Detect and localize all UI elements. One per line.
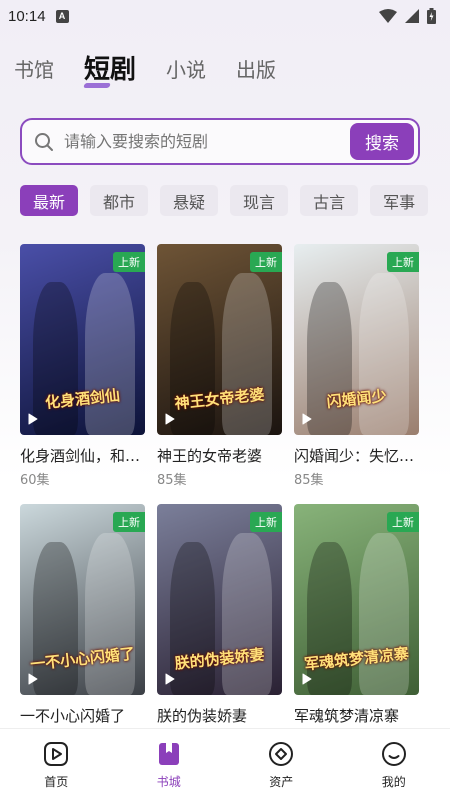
tab-publishing[interactable]: 出版	[236, 56, 276, 84]
new-badge: 上新	[113, 512, 145, 532]
nav-label: 资产	[269, 775, 294, 789]
smile-icon	[381, 742, 406, 766]
tab-bookstore[interactable]: 书馆	[14, 56, 54, 84]
search-box: 搜索	[20, 118, 420, 165]
diamond-circle-icon	[269, 742, 294, 766]
drama-card[interactable]: 化身酒剑仙 上新 化身酒剑仙，和校花一起拯救世界 60集	[20, 244, 145, 490]
drama-title: 一不小心闪婚了	[20, 707, 126, 725]
drama-cover[interactable]: 闪婚闻少 上新	[294, 244, 419, 435]
bookmark-icon	[158, 743, 179, 765]
drama-cover[interactable]: 军魂筑梦清凉寨 上新	[294, 504, 419, 695]
drama-card[interactable]: 军魂筑梦清凉寨 上新 军魂筑梦清凉寨	[294, 504, 419, 750]
new-badge: 上新	[113, 252, 145, 272]
drama-cover[interactable]: 一不小心闪婚了 上新	[20, 504, 145, 695]
category-chips: 最新 都市 悬疑 现言 古言 军事	[20, 185, 450, 216]
signal-icon	[405, 9, 419, 23]
chip-modern-romance[interactable]: 现言	[230, 185, 289, 216]
drama-card[interactable]: 神王女帝老婆 上新 神王的女帝老婆 85集	[157, 244, 282, 490]
episode-count: 85集	[294, 473, 324, 488]
chip-urban[interactable]: 都市	[90, 185, 149, 216]
search-input[interactable]	[64, 120, 350, 163]
tab-short-drama[interactable]: 短剧	[84, 56, 136, 84]
nav-label: 书城	[156, 775, 181, 789]
episode-count: 60集	[20, 473, 50, 488]
new-badge: 上新	[250, 252, 282, 272]
chip-suspense[interactable]: 悬疑	[160, 185, 219, 216]
drama-title: 军魂筑梦清凉寨	[294, 707, 400, 725]
nav-assets[interactable]: 资产	[225, 729, 338, 800]
play-icon	[302, 673, 312, 685]
drama-cover[interactable]: 化身酒剑仙 上新	[20, 244, 145, 435]
drama-grid: 化身酒剑仙 上新 化身酒剑仙，和校花一起拯救世界 60集 神王女帝老婆 上新 神…	[20, 244, 450, 750]
status-bar: 10:14 A	[0, 0, 450, 32]
play-icon	[302, 413, 312, 425]
search-icon	[35, 132, 53, 151]
status-time: 10:14	[8, 7, 46, 25]
chip-ancient-romance[interactable]: 古言	[300, 185, 359, 216]
drama-card[interactable]: 朕的伪装娇妻 上新 朕的伪装娇妻	[157, 504, 282, 750]
notification-icon: A	[55, 9, 69, 23]
nav-bookstore[interactable]: 书城	[113, 729, 226, 800]
play-square-icon	[44, 742, 69, 766]
nav-label: 首页	[44, 775, 69, 789]
drama-cover[interactable]: 神王女帝老婆 上新	[157, 244, 282, 435]
new-badge: 上新	[250, 512, 282, 532]
play-icon	[165, 673, 175, 685]
battery-icon	[427, 8, 436, 24]
chip-latest[interactable]: 最新	[20, 185, 79, 216]
tab-novel[interactable]: 小说	[166, 56, 206, 84]
search-button[interactable]: 搜索	[350, 123, 414, 160]
drama-cover[interactable]: 朕的伪装娇妻 上新	[157, 504, 282, 695]
episode-count: 85集	[157, 473, 187, 488]
drama-title: 朕的伪装娇妻	[157, 707, 248, 725]
top-tabs: 书馆 短剧 小说 出版	[14, 44, 306, 84]
wifi-icon	[379, 9, 397, 23]
drama-title: 化身酒剑仙，和校花一起拯救世界	[20, 447, 145, 465]
bottom-nav: 首页 书城 资产 我的	[0, 728, 450, 800]
chip-military[interactable]: 军事	[370, 185, 429, 216]
nav-me[interactable]: 我的	[338, 729, 450, 800]
nav-home[interactable]: 首页	[0, 729, 113, 800]
play-icon	[28, 413, 38, 425]
new-badge: 上新	[387, 252, 419, 272]
drama-card[interactable]: 一不小心闪婚了 上新 一不小心闪婚了	[20, 504, 145, 750]
drama-title: 闪婚闻少：失忆娇妻藏马甲	[294, 447, 419, 465]
play-icon	[28, 673, 38, 685]
nav-label: 我的	[381, 775, 406, 789]
play-icon	[165, 413, 175, 425]
drama-title: 神王的女帝老婆	[157, 447, 263, 465]
drama-card[interactable]: 闪婚闻少 上新 闪婚闻少：失忆娇妻藏马甲 85集	[294, 244, 419, 490]
new-badge: 上新	[387, 512, 419, 532]
